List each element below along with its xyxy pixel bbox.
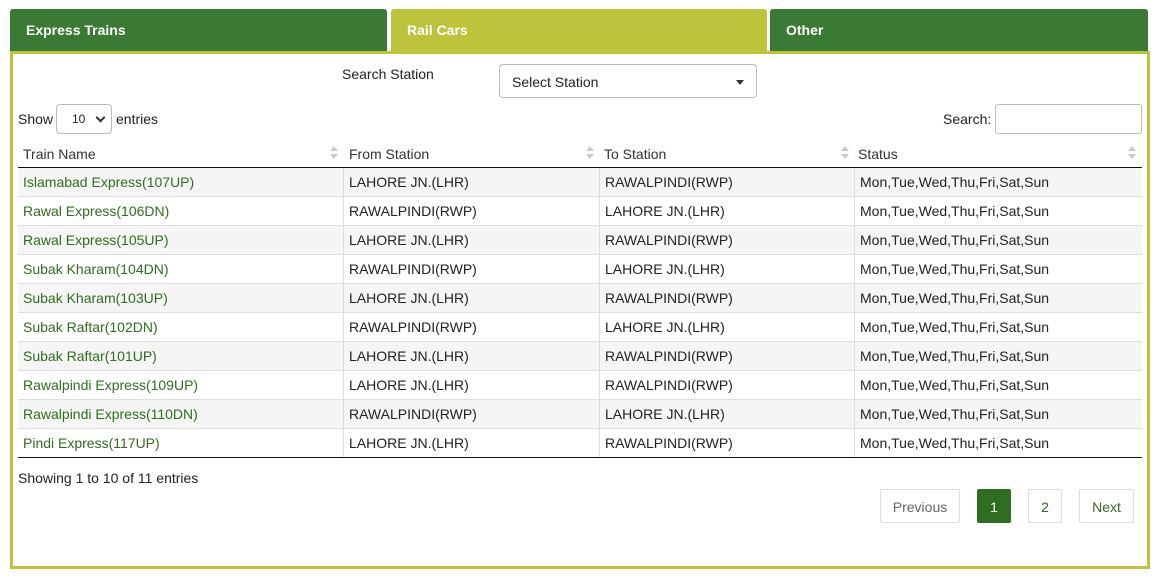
tab-other[interactable]: Other [770,9,1148,51]
column-header-train-name[interactable]: Train Name [23,146,96,162]
sort-icon[interactable] [330,145,338,161]
entries-length-value: 10 [72,112,86,126]
table-row: Subak Raftar(102DN) RAWALPINDI(RWP) LAHORE… [18,313,1142,342]
station-select-value: Select Station [512,74,599,90]
table-row: Rawal Express(105UP) LAHORE JN.(LHR) RAWAL… [18,226,1142,255]
tab-express-trains[interactable]: Express Trains [10,9,387,51]
search-label: Search: [943,111,992,127]
train-name-link[interactable]: Islamabad Express(107UP) [18,168,344,196]
search-station-label: Search Station [342,66,434,82]
table-row: Pindi Express(117UP) LAHORE JN.(LHR) RAWAL… [18,429,1142,458]
from-station-cell: LAHORE JN.(LHR) [344,168,600,196]
train-name-link[interactable]: Subak Raftar(101UP) [18,342,344,370]
caret-down-icon [736,80,744,85]
status-cell: Mon,Tue,Wed,Thu,Fri,Sat,Sun [860,377,1050,393]
table-row: Subak Raftar(101UP) LAHORE JN.(LHR) RAWALP… [18,342,1142,371]
show-label: Show [18,111,54,127]
table-row: Rawalpindi Express(110DN) RAWALPINDI(RWP)… [18,400,1142,429]
to-station-cell: RAWALPINDI(RWP) [600,429,855,457]
tab-rail-cars[interactable]: Rail Cars [391,9,767,51]
to-station-cell: LAHORE JN.(LHR) [600,400,855,428]
chevron-down-icon [95,112,106,123]
from-station-cell: RAWALPINDI(RWP) [344,255,600,283]
sort-icon[interactable] [1128,145,1136,161]
from-station-cell: RAWALPINDI(RWP) [344,313,600,341]
to-station-cell: RAWALPINDI(RWP) [600,371,855,399]
status-cell: Mon,Tue,Wed,Thu,Fri,Sat,Sun [860,319,1050,335]
table-row: Subak Kharam(103UP) LAHORE JN.(LHR) RAWALP… [18,284,1142,313]
trains-table: Train Name From Station To Station Statu… [18,140,1142,458]
status-cell: Mon,Tue,Wed,Thu,Fri,Sat,Sun [860,232,1050,248]
tab-bar: Express Trains Rail Cars Other [10,9,1148,51]
from-station-cell: RAWALPINDI(RWP) [344,197,600,225]
from-station-cell: LAHORE JN.(LHR) [344,226,600,254]
sort-icon[interactable] [841,145,849,161]
column-header-status[interactable]: Status [858,146,898,162]
pagination-page-1-button[interactable]: 1 [977,489,1011,523]
train-name-link[interactable]: Subak Raftar(102DN) [18,313,344,341]
status-cell: Mon,Tue,Wed,Thu,Fri,Sat,Sun [860,261,1050,277]
train-name-link[interactable]: Rawalpindi Express(110DN) [18,400,344,428]
table-row: Islamabad Express(107UP) LAHORE JN.(LHR) R… [18,168,1142,197]
from-station-cell: LAHORE JN.(LHR) [344,371,600,399]
from-station-cell: LAHORE JN.(LHR) [344,429,600,457]
status-cell: Mon,Tue,Wed,Thu,Fri,Sat,Sun [860,406,1050,422]
to-station-cell: RAWALPINDI(RWP) [600,284,855,312]
search-input[interactable] [995,104,1142,134]
pagination-previous-button[interactable]: Previous [880,489,960,523]
table-row: Subak Kharam(104DN) RAWALPINDI(RWP) LAHORE… [18,255,1142,284]
train-name-link[interactable]: Pindi Express(117UP) [18,429,344,457]
station-select[interactable]: Select Station [499,64,757,98]
table-header: Train Name From Station To Station Statu… [18,140,1142,168]
table-info: Showing 1 to 10 of 11 entries [18,470,199,486]
from-station-cell: RAWALPINDI(RWP) [344,400,600,428]
to-station-cell: RAWALPINDI(RWP) [600,226,855,254]
status-cell: Mon,Tue,Wed,Thu,Fri,Sat,Sun [860,174,1050,190]
train-name-link[interactable]: Subak Kharam(103UP) [18,284,344,312]
to-station-cell: LAHORE JN.(LHR) [600,255,855,283]
pagination-next-button[interactable]: Next [1079,489,1134,523]
train-name-link[interactable]: Rawal Express(105UP) [18,226,344,254]
column-header-from-station[interactable]: From Station [349,146,429,162]
to-station-cell: RAWALPINDI(RWP) [600,168,855,196]
train-name-link[interactable]: Rawal Express(106DN) [18,197,344,225]
status-cell: Mon,Tue,Wed,Thu,Fri,Sat,Sun [860,348,1050,364]
pagination-page-2-button[interactable]: 2 [1028,489,1062,523]
to-station-cell: RAWALPINDI(RWP) [600,342,855,370]
train-name-link[interactable]: Rawalpindi Express(109UP) [18,371,344,399]
table-row: Rawalpindi Express(109UP) LAHORE JN.(LHR)… [18,371,1142,400]
from-station-cell: LAHORE JN.(LHR) [344,342,600,370]
status-cell: Mon,Tue,Wed,Thu,Fri,Sat,Sun [860,435,1050,451]
from-station-cell: LAHORE JN.(LHR) [344,284,600,312]
table-row: Rawal Express(106DN) RAWALPINDI(RWP) LAHOR… [18,197,1142,226]
table-body: Islamabad Express(107UP) LAHORE JN.(LHR) R… [18,168,1142,458]
to-station-cell: LAHORE JN.(LHR) [600,197,855,225]
to-station-cell: LAHORE JN.(LHR) [600,313,855,341]
status-cell: Mon,Tue,Wed,Thu,Fri,Sat,Sun [860,290,1050,306]
train-name-link[interactable]: Subak Kharam(104DN) [18,255,344,283]
column-header-to-station[interactable]: To Station [604,146,666,162]
status-cell: Mon,Tue,Wed,Thu,Fri,Sat,Sun [860,203,1050,219]
entries-length-select[interactable]: 10 [56,104,112,134]
sort-icon[interactable] [586,145,594,161]
entries-label: entries [116,111,159,127]
